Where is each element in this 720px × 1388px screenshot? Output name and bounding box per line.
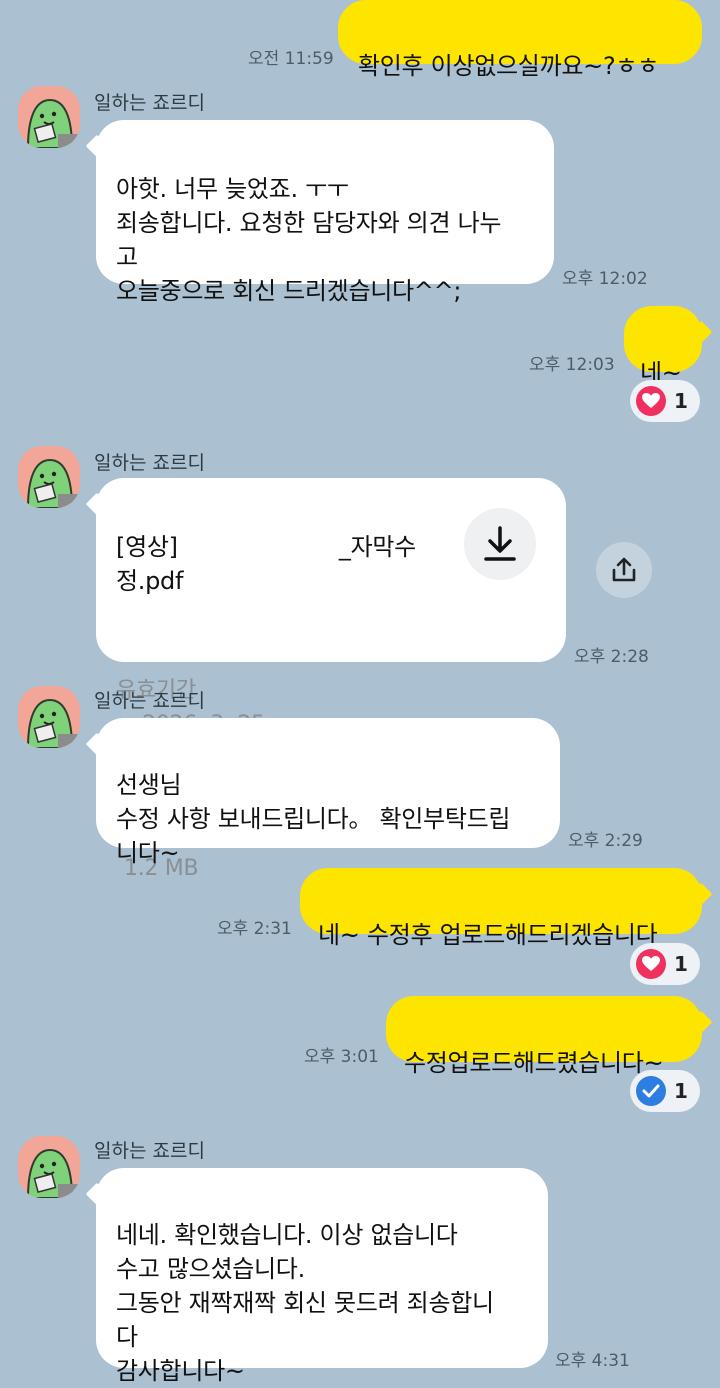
avatar[interactable] (18, 686, 80, 748)
reaction-count: 1 (674, 389, 688, 413)
message-text: 확인후 이상없으실까요~?ㅎㅎ (358, 52, 659, 80)
sender-name: 일하는 죠르디 (94, 1140, 205, 1162)
avatar[interactable] (18, 446, 80, 508)
sender-name: 일하는 죠르디 (94, 452, 205, 474)
reaction-badge[interactable]: 1 (630, 1070, 700, 1112)
sender-name: 일하는 죠르디 (94, 690, 205, 712)
download-icon (484, 526, 516, 561)
reaction-count: 1 (674, 952, 688, 976)
jordy-avatar-icon (18, 446, 80, 508)
message-text: 네~ 수정후 업로드해드리겠습니다 (318, 921, 658, 949)
message-bubble[interactable]: 네~ 수정후 업로드해드리겠습니다 (300, 868, 702, 949)
heart-icon (636, 386, 666, 416)
message-time: 오후 12:02 (562, 269, 648, 289)
avatar[interactable] (18, 86, 80, 148)
message-bubble[interactable]: 선생님 수정 사항 보내드립니다。 확인부탁드립 니다~ (96, 718, 560, 867)
message-bubble[interactable]: 네네. 확인했습니다. 이상 없습니다 수고 많으셨습니다. 그동안 재짝재짝 … (96, 1168, 548, 1385)
message-time: 오후 2:28 (574, 647, 649, 667)
file-message[interactable]: [영상] _자막수 정.pdf 유효기간 ~2026. 3. 25. 용량 1.… (96, 478, 566, 881)
reaction-count: 1 (674, 1079, 688, 1103)
message-time: 오후 12:03 (529, 355, 615, 375)
share-button[interactable] (596, 542, 652, 598)
avatar[interactable] (18, 1136, 80, 1198)
message-time: 오후 2:31 (217, 919, 292, 939)
share-icon (612, 557, 636, 582)
jordy-avatar-icon (18, 686, 80, 748)
sender-name: 일하는 죠르디 (94, 92, 205, 114)
message-text: 아핫. 너무 늦었죠. ㅜㅜ 죄송합니다. 요청한 담당자와 의견 나누 고 오… (116, 175, 502, 305)
message-time: 오전 11:59 (248, 49, 334, 69)
reaction-badge[interactable]: 1 (630, 380, 700, 422)
heart-icon (636, 949, 666, 979)
message-bubble[interactable]: 확인후 이상없으실까요~?ㅎㅎ (338, 0, 702, 80)
jordy-avatar-icon (18, 86, 80, 148)
message-time: 오후 4:31 (555, 1351, 630, 1371)
check-icon (636, 1076, 666, 1106)
jordy-avatar-icon (18, 1136, 80, 1198)
message-bubble[interactable]: 아핫. 너무 늦었죠. ㅜㅜ 죄송합니다. 요청한 담당자와 의견 나누 고 오… (96, 120, 554, 305)
message-bubble[interactable]: 네~ (624, 306, 702, 387)
reaction-badge[interactable]: 1 (630, 943, 700, 985)
message-time: 오후 3:01 (304, 1047, 379, 1067)
message-time: 오후 2:29 (568, 831, 643, 851)
message-bubble[interactable]: 수정업로드해드렸습니다~ (386, 996, 702, 1077)
message-text: 수정업로드해드렸습니다~ (404, 1049, 664, 1077)
message-text: 네네. 확인했습니다. 이상 없습니다 수고 많으셨습니다. 그동안 재짝재짝 … (116, 1221, 494, 1385)
download-button[interactable] (464, 508, 536, 580)
